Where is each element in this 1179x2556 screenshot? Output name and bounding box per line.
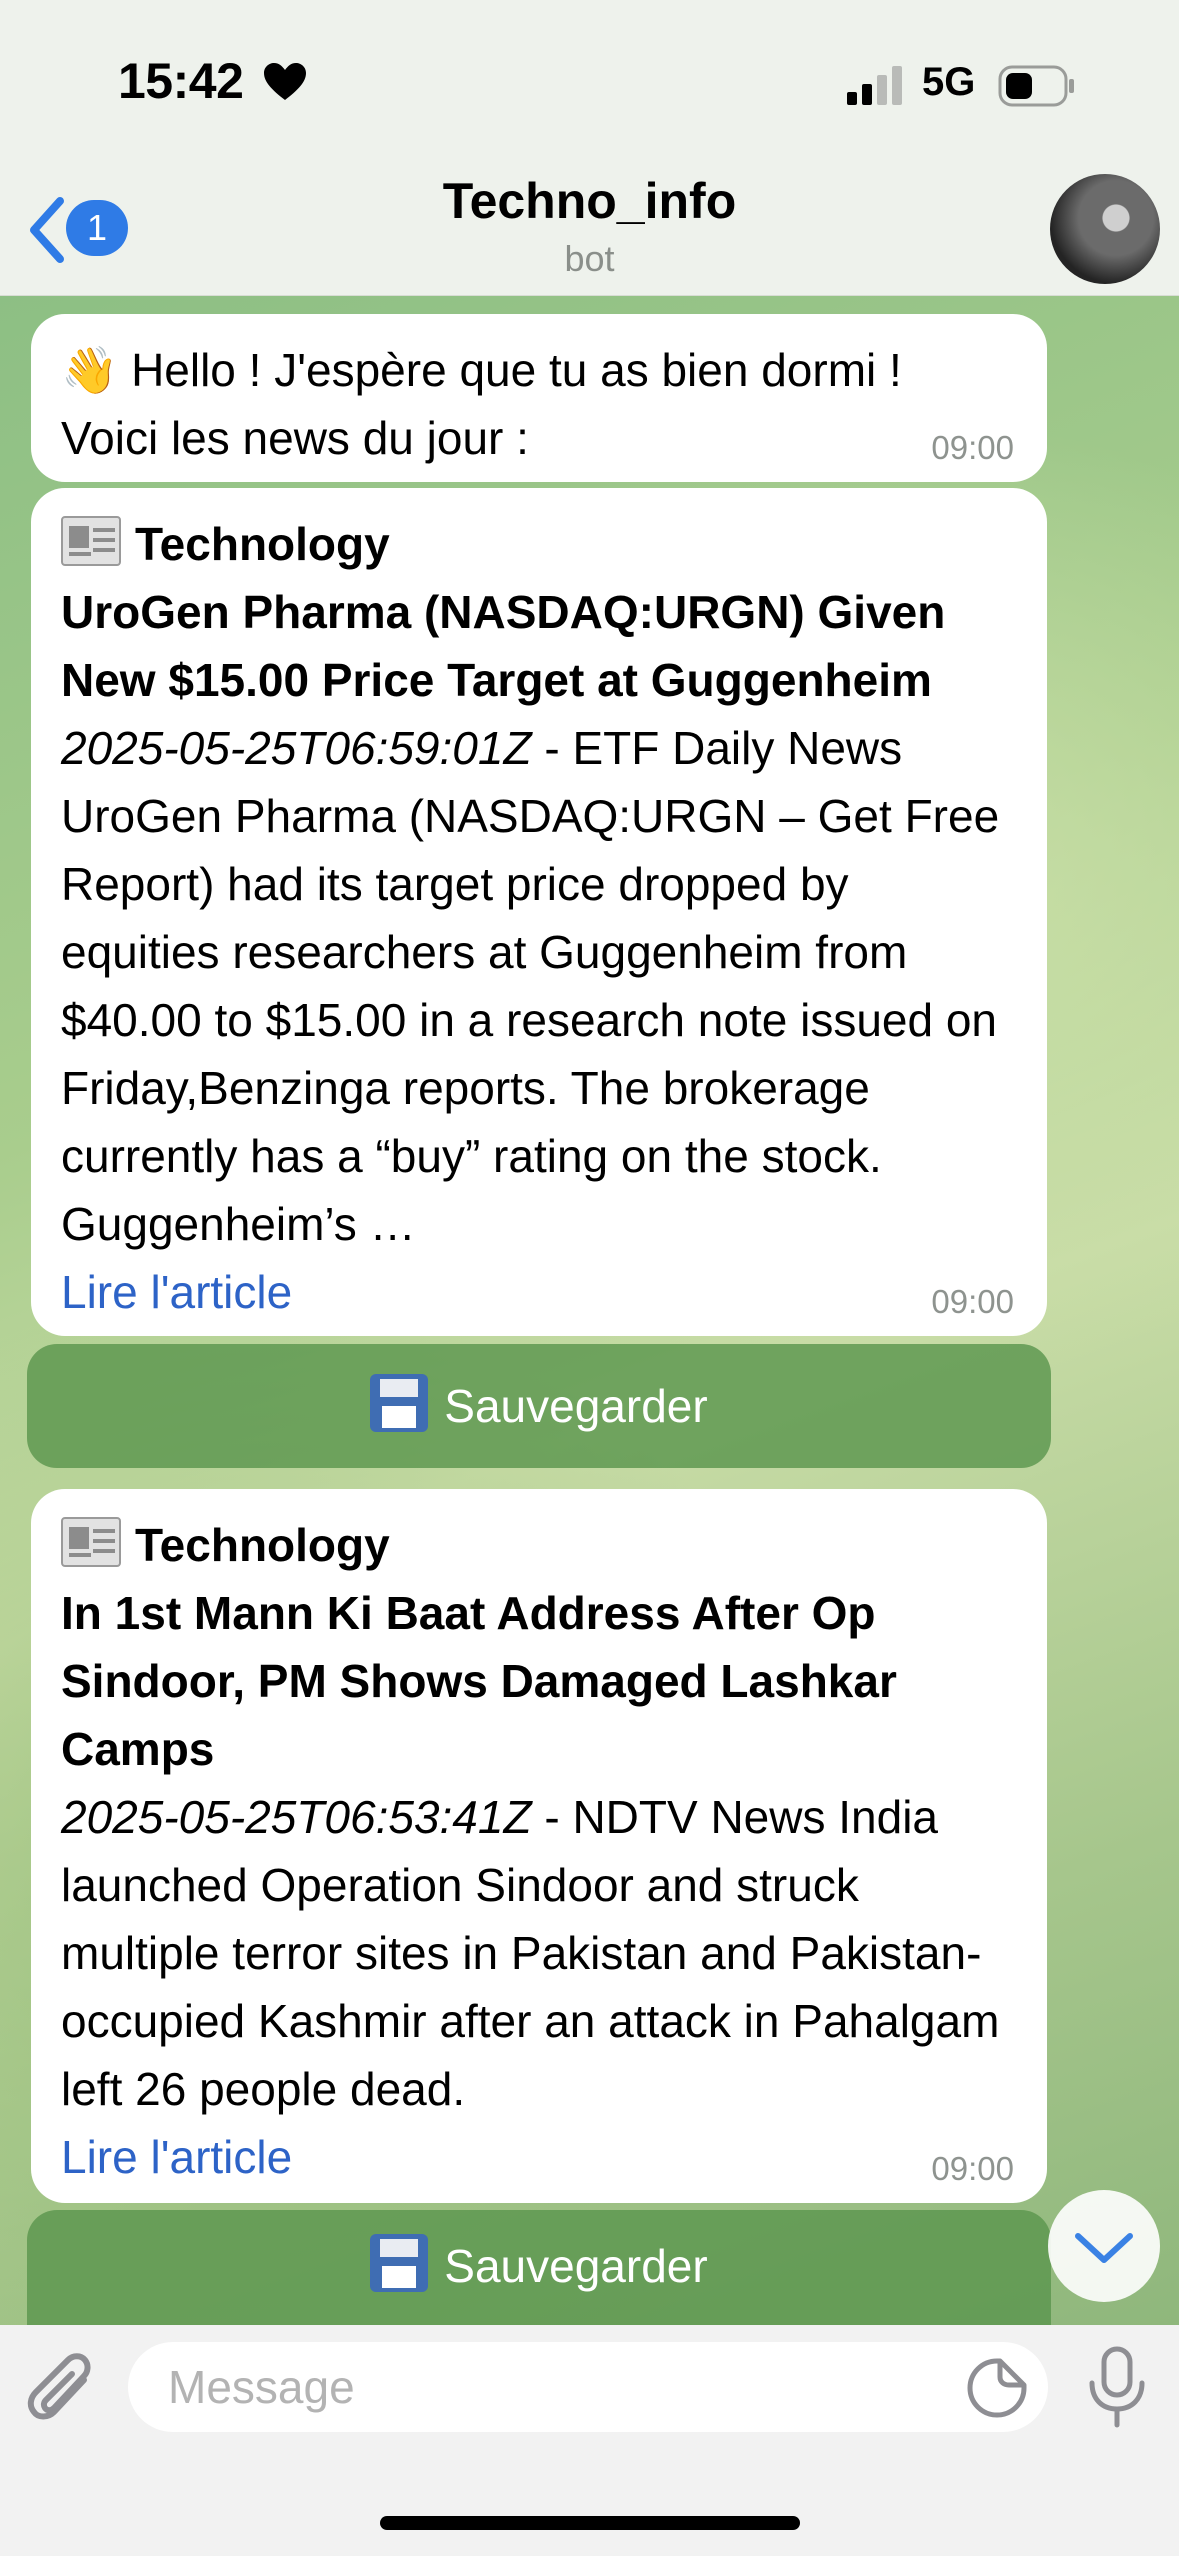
read-article-link[interactable]: Lire l'article bbox=[61, 2123, 1017, 2191]
save-button-label: Sauvegarder bbox=[444, 2240, 708, 2292]
message-text: Hello ! J'espère que tu as bien dormi ! bbox=[131, 344, 902, 396]
chevron-down-icon bbox=[1075, 2233, 1133, 2263]
save-button-label: Sauvegarder bbox=[444, 1380, 708, 1432]
save-button[interactable]: Sauvegarder bbox=[27, 2210, 1051, 2326]
floppy-disk-icon bbox=[370, 2234, 429, 2292]
news-date: 2025-05-25T06:59:01Z bbox=[61, 722, 532, 774]
network-type: 5G bbox=[922, 60, 976, 104]
message-text: Voici les news du jour : bbox=[61, 412, 529, 464]
news-source: - ETF Daily News bbox=[531, 722, 903, 774]
message-bubble: 👋 Hello ! J'espère que tu as bien dormi … bbox=[31, 314, 1047, 482]
news-category-row: Technology bbox=[61, 1511, 1017, 1579]
news-message-bubble: Technology UroGen Pharma (NASDAQ:URGN) G… bbox=[31, 488, 1047, 1336]
waving-hand-icon: 👋 bbox=[61, 344, 119, 396]
microphone-icon[interactable] bbox=[1082, 2345, 1152, 2431]
message-input[interactable] bbox=[128, 2342, 1048, 2432]
cellular-signal-icon bbox=[847, 66, 902, 105]
read-article-link[interactable]: Lire l'article bbox=[61, 1258, 1017, 1326]
paperclip-icon[interactable] bbox=[26, 2350, 102, 2434]
news-message-bubble: Technology In 1st Mann Ki Baat Address A… bbox=[31, 1489, 1047, 2203]
news-body: 2025-05-25T06:53:41Z - NDTV News India l… bbox=[61, 1783, 1017, 2123]
news-headline: In 1st Mann Ki Baat Address After Op Sin… bbox=[61, 1587, 897, 1775]
message-time: 09:00 bbox=[931, 1283, 1014, 1320]
news-category: Technology bbox=[135, 518, 390, 570]
news-category: Technology bbox=[135, 1519, 390, 1571]
floppy-disk-icon bbox=[370, 1374, 429, 1432]
news-source: - NDTV News bbox=[531, 1791, 826, 1843]
save-button[interactable]: Sauvegarder bbox=[27, 1344, 1051, 1468]
newspaper-icon bbox=[61, 1517, 121, 1567]
status-time: 15:42 bbox=[118, 53, 244, 109]
news-date: 2025-05-25T06:53:41Z bbox=[61, 1791, 532, 1843]
news-headline: UroGen Pharma (NASDAQ:URGN) Given New $1… bbox=[61, 586, 946, 706]
sticker-icon[interactable] bbox=[966, 2357, 1028, 2419]
news-category-row: Technology bbox=[61, 510, 1017, 578]
news-body: 2025-05-25T06:59:01Z - ETF Daily News Ur… bbox=[61, 714, 1017, 1258]
message-time: 09:00 bbox=[931, 429, 1014, 466]
chat-subtitle: bot bbox=[564, 238, 615, 279]
battery-icon bbox=[998, 65, 1074, 107]
chat-title[interactable]: Techno_info bbox=[0, 172, 1179, 230]
message-time: 09:00 bbox=[931, 2150, 1014, 2187]
heart-icon bbox=[264, 63, 306, 100]
status-bar: 15:42 5G bbox=[0, 0, 1179, 170]
home-indicator bbox=[380, 2516, 800, 2530]
newspaper-icon bbox=[61, 516, 121, 566]
avatar[interactable] bbox=[1050, 174, 1160, 284]
scroll-to-bottom-button[interactable] bbox=[1048, 2190, 1160, 2302]
news-text: UroGen Pharma (NASDAQ:URGN – Get Free Re… bbox=[61, 790, 1000, 1250]
message-line: 👋 Hello ! J'espère que tu as bien dormi … bbox=[61, 336, 1017, 404]
